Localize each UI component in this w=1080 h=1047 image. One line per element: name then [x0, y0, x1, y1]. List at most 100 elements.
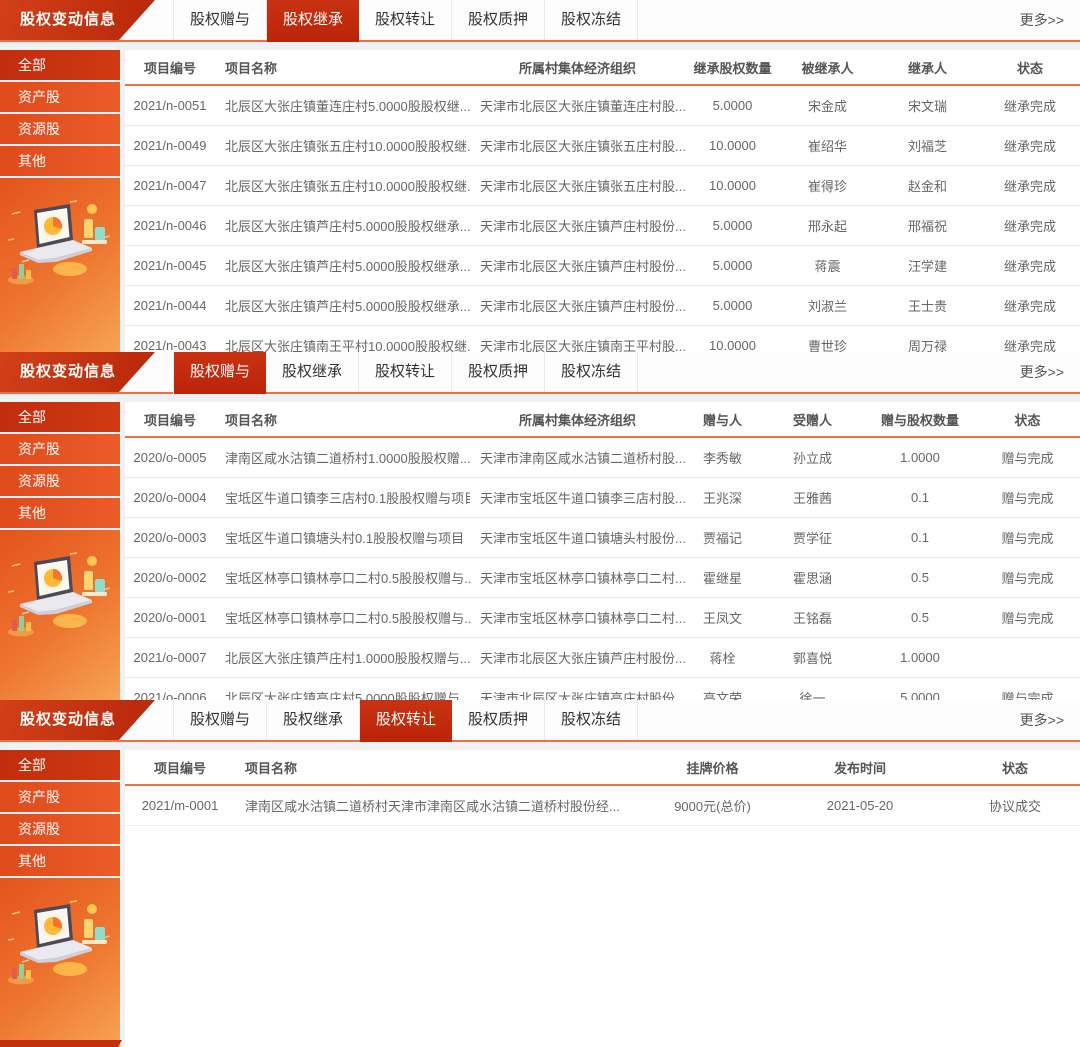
table-row[interactable]: 2020/o-0003宝坻区牛道口镇塘头村0.1股股权赠与项目天津市宝坻区牛道口… [125, 518, 1080, 558]
cell-status: 协议成交 [950, 785, 1080, 826]
tab-equity-pledge[interactable]: 股权质押 [452, 352, 545, 392]
sidebar-item-asset-shares[interactable]: 资产股 [0, 434, 120, 464]
cell-heir: 宋文瑞 [875, 85, 980, 126]
tab-equity-freeze[interactable]: 股权冻结 [545, 0, 638, 40]
cell-listing-price: 9000元(总价) [655, 785, 770, 826]
cell-inherited-shares: 10.0000 [685, 166, 780, 206]
table-row[interactable]: 2021/n-0047北辰区大张庄镇张五庄村10.0000股股权继...天津市北… [125, 166, 1080, 206]
tab-equity-pledge[interactable]: 股权质押 [452, 700, 545, 740]
cell-village-org: 天津市宝坻区林亭口镇林亭口二村... [470, 598, 685, 638]
cell-village-org: 天津市北辰区大张庄镇芦庄村股份... [470, 638, 685, 678]
transfer-table: 项目编号项目名称挂牌价格发布时间状态 2021/m-0001津南区咸水沽镇二道桥… [125, 750, 1080, 826]
sidebar-item-asset-shares[interactable]: 资产股 [0, 782, 120, 812]
table-row[interactable]: 2021/n-0046北辰区大张庄镇芦庄村5.0000股股权继承...天津市北辰… [125, 206, 1080, 246]
finance-illustration [0, 530, 120, 700]
tab-equity-gift[interactable]: 股权赠与 [173, 352, 266, 394]
cell-gifted-shares: 0.1 [865, 518, 975, 558]
cell-project-code: 2020/o-0005 [125, 437, 215, 478]
cell-heir: 赵金和 [875, 166, 980, 206]
cell-donor: 王凤文 [685, 598, 760, 638]
cell-gifted-shares: 1.0000 [865, 638, 975, 678]
tab-equity-inheritance[interactable]: 股权继承 [267, 0, 359, 42]
cell-project-name: 北辰区大张庄镇高庄村5.0000股股权赠与... [215, 678, 470, 701]
table-row[interactable]: 2021/n-0044北辰区大张庄镇芦庄村5.0000股股权继承...天津市北辰… [125, 286, 1080, 326]
cell-status: 赠与完成 [975, 478, 1080, 518]
tab-equity-transfer[interactable]: 股权转让 [359, 0, 452, 40]
cell-project-code: 2020/o-0004 [125, 478, 215, 518]
column-header-village-org: 所属村集体经济组织 [470, 50, 685, 85]
coin-icon [87, 904, 97, 914]
cell-inherited-shares: 5.0000 [685, 246, 780, 286]
table-row[interactable]: 2021/n-0043北辰区大张庄镇南王平村10.0000股股权继...天津市北… [125, 326, 1080, 353]
cell-project-code: 2021/n-0047 [125, 166, 215, 206]
table-row[interactable]: 2020/o-0002宝坻区林亭口镇林亭口二村0.5股股权赠与...天津市宝坻区… [125, 558, 1080, 598]
cell-donee: 孙立成 [760, 437, 865, 478]
cell-donor: 蒋栓 [685, 638, 760, 678]
section-header-bar: 股权变动信息 股权赠与股权继承股权转让股权质押股权冻结 更多>> [0, 700, 1080, 742]
tab-equity-gift[interactable]: 股权赠与 [173, 0, 267, 40]
cell-inherited-shares: 10.0000 [685, 326, 780, 353]
cell-project-code: 2021/n-0046 [125, 206, 215, 246]
cell-donor: 王兆深 [685, 478, 760, 518]
sidebar-item-other[interactable]: 其他 [0, 846, 120, 876]
column-header-project-name: 项目名称 [235, 750, 655, 785]
sidebar-item-resource-shares[interactable]: 资源股 [0, 466, 120, 496]
cell-village-org: 天津市北辰区大张庄镇高庄村股份... [470, 678, 685, 701]
paint-splash [53, 962, 87, 976]
tab-equity-inheritance[interactable]: 股权继承 [266, 352, 359, 392]
more-link[interactable]: 更多>> [1020, 700, 1080, 740]
laptop-charts-illustration [4, 196, 116, 292]
table-row[interactable]: 2021/m-0001津南区咸水沽镇二道桥村天津市津南区咸水沽镇二道桥村股份经.… [125, 785, 1080, 826]
cell-village-org: 天津市宝坻区牛道口镇塘头村股份... [470, 518, 685, 558]
table-row[interactable]: 2021/o-0007北辰区大张庄镇芦庄村1.0000股股权赠与...天津市北辰… [125, 638, 1080, 678]
cell-project-name: 北辰区大张庄镇张五庄村10.0000股股权继... [215, 166, 470, 206]
cell-inherited-shares: 5.0000 [685, 206, 780, 246]
cell-status: 继承完成 [980, 326, 1080, 353]
sidebar-item-other[interactable]: 其他 [0, 498, 120, 528]
cell-decedent: 宋金成 [780, 85, 875, 126]
table-panel: 项目编号项目名称挂牌价格发布时间状态 2021/m-0001津南区咸水沽镇二道桥… [125, 750, 1080, 1047]
jars-icon [82, 571, 107, 596]
table-row[interactable]: 2021/n-0049北辰区大张庄镇张五庄村10.0000股股权继...天津市北… [125, 126, 1080, 166]
column-header-status: 状态 [950, 750, 1080, 785]
cell-donee: 王雅茜 [760, 478, 865, 518]
table-row[interactable]: 2021/n-0051北辰区大张庄镇董连庄村5.0000股股权继...天津市北辰… [125, 85, 1080, 126]
tab-equity-gift[interactable]: 股权赠与 [173, 700, 267, 740]
column-header-status: 状态 [975, 402, 1080, 437]
cell-project-name: 北辰区大张庄镇芦庄村5.0000股股权继承... [215, 206, 470, 246]
sidebar-item-resource-shares[interactable]: 资源股 [0, 814, 120, 844]
cell-decedent: 邢永起 [780, 206, 875, 246]
sidebar-item-asset-shares[interactable]: 资产股 [0, 82, 120, 112]
table-row[interactable]: 2021/o-0006北辰区大张庄镇高庄村5.0000股股权赠与...天津市北辰… [125, 678, 1080, 701]
more-link[interactable]: 更多>> [1020, 0, 1080, 40]
cell-decedent: 崔得珍 [780, 166, 875, 206]
tab-equity-pledge[interactable]: 股权质押 [452, 0, 545, 40]
cell-donee: 郭喜悦 [760, 638, 865, 678]
sidebar-item-all[interactable]: 全部 [0, 402, 120, 432]
tab-equity-transfer[interactable]: 股权转让 [360, 700, 452, 742]
sidebar-item-other[interactable]: 其他 [0, 146, 120, 176]
tab-equity-transfer[interactable]: 股权转让 [359, 352, 452, 392]
tab-equity-freeze[interactable]: 股权冻结 [545, 352, 638, 392]
cell-village-org: 天津市北辰区大张庄镇董连庄村股... [470, 85, 685, 126]
sidebar-item-resource-shares[interactable]: 资源股 [0, 114, 120, 144]
table-row[interactable]: 2020/o-0001宝坻区林亭口镇林亭口二村0.5股股权赠与...天津市宝坻区… [125, 598, 1080, 638]
laptop-icon [20, 204, 92, 263]
column-header-project-name: 项目名称 [215, 50, 470, 85]
cell-village-org: 天津市宝坻区牛道口镇李三店村股... [470, 478, 685, 518]
table-row[interactable]: 2021/n-0045北辰区大张庄镇芦庄村5.0000股股权继承...天津市北辰… [125, 246, 1080, 286]
more-link[interactable]: 更多>> [1020, 352, 1080, 392]
cell-status [975, 638, 1080, 678]
bar-chart-icon [8, 616, 34, 637]
cell-donee: 霍思涵 [760, 558, 865, 598]
cell-donor: 高文荣 [685, 678, 760, 701]
sidebar-item-all[interactable]: 全部 [0, 50, 120, 80]
tab-equity-inheritance[interactable]: 股权继承 [267, 700, 360, 740]
table-row[interactable]: 2020/o-0005津南区咸水沽镇二道桥村1.0000股股权赠...天津市津南… [125, 437, 1080, 478]
tab-equity-freeze[interactable]: 股权冻结 [545, 700, 638, 740]
table-row[interactable]: 2020/o-0004宝坻区牛道口镇李三店村0.1股股权赠与项目天津市宝坻区牛道… [125, 478, 1080, 518]
laptop-charts-illustration [4, 548, 116, 644]
next-section-banner-partial [0, 1040, 122, 1047]
column-header-listing-price: 挂牌价格 [655, 750, 770, 785]
sidebar-item-all[interactable]: 全部 [0, 750, 120, 780]
